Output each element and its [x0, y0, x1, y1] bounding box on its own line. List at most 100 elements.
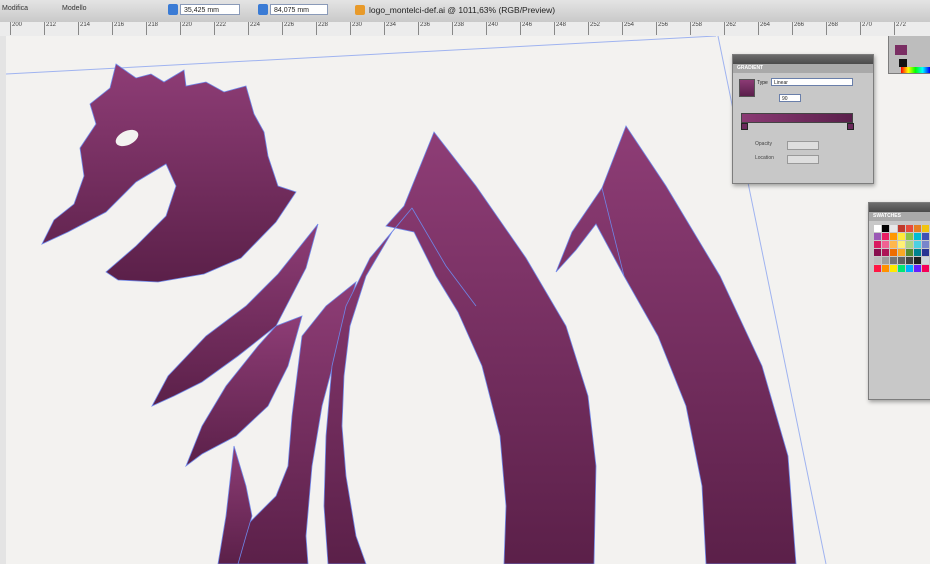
color-swatch[interactable]	[914, 249, 921, 256]
constrain-icon[interactable]	[258, 4, 268, 15]
color-swatch[interactable]	[914, 241, 921, 248]
color-swatch[interactable]	[890, 265, 897, 272]
gradient-slider[interactable]	[741, 113, 853, 123]
color-swatch[interactable]	[882, 241, 889, 248]
color-swatch[interactable]	[898, 257, 905, 264]
opacity-field[interactable]	[787, 141, 819, 150]
ruler-tick: 200	[10, 22, 22, 35]
color-swatch[interactable]	[922, 249, 929, 256]
gradient-angle-field[interactable]: 90	[779, 94, 801, 102]
color-swatch[interactable]	[922, 257, 929, 264]
ruler-tick: 258	[690, 22, 702, 35]
color-swatch[interactable]	[914, 265, 921, 272]
ruler-tick: 224	[248, 22, 260, 35]
control-bar: Modifica Modello 35,425 mm 84,075 mm log…	[0, 0, 930, 23]
color-swatch[interactable]	[882, 233, 889, 240]
wing-middle[interactable]	[385, 131, 597, 564]
color-swatch[interactable]	[882, 225, 889, 232]
color-swatch[interactable]	[898, 225, 905, 232]
gradient-type-select[interactable]: Linear	[771, 78, 853, 86]
ruler-tick: 254	[622, 22, 634, 35]
ruler-tick: 264	[758, 22, 770, 35]
seahorse-head[interactable]	[41, 63, 297, 283]
color-swatch[interactable]	[898, 233, 905, 240]
height-field[interactable]: 84,075 mm	[270, 4, 328, 15]
color-swatch[interactable]	[922, 233, 929, 240]
color-swatch[interactable]	[906, 233, 913, 240]
color-swatch[interactable]	[914, 233, 921, 240]
ruler-tick: 214	[78, 22, 90, 35]
color-swatch[interactable]	[890, 257, 897, 264]
color-spectrum[interactable]	[901, 67, 930, 73]
color-mini-panel[interactable]	[888, 36, 930, 74]
color-swatch[interactable]	[922, 265, 929, 272]
ruler-tick: 220	[180, 22, 192, 35]
location-label: Location	[755, 155, 774, 161]
color-swatch[interactable]	[898, 249, 905, 256]
toolbar-mid-label: Modello	[62, 5, 87, 12]
artboard-canvas[interactable]: GRADIENT Type Linear 90 Opacity Location…	[6, 36, 930, 564]
color-swatch[interactable]	[922, 225, 929, 232]
color-swatch[interactable]	[882, 265, 889, 272]
ruler-tick: 272	[894, 22, 906, 35]
fill-color-swatch[interactable]	[895, 45, 907, 55]
location-field[interactable]	[787, 155, 819, 164]
color-swatch[interactable]	[874, 249, 881, 256]
color-swatch[interactable]	[890, 225, 897, 232]
ruler-tick: 222	[214, 22, 226, 35]
ruler-tick: 236	[418, 22, 430, 35]
horizontal-ruler[interactable]: 200 212 214 216 218 220 222 224 226 228 230 234 236 2…	[0, 22, 930, 37]
color-swatch[interactable]	[914, 257, 921, 264]
color-swatch[interactable]	[906, 265, 913, 272]
swatches-titlebar[interactable]	[869, 203, 930, 212]
swatches-panel[interactable]: SWATCHES	[868, 202, 930, 400]
color-swatch[interactable]	[906, 257, 913, 264]
swatch-grid[interactable]	[874, 225, 930, 272]
ruler-tick: 212	[44, 22, 56, 35]
color-swatch[interactable]	[882, 249, 889, 256]
gradient-type-label: Type	[757, 80, 768, 86]
color-swatch[interactable]	[906, 249, 913, 256]
swatches-tab[interactable]: SWATCHES	[869, 212, 930, 221]
ruler-tick: 246	[520, 22, 532, 35]
color-swatch[interactable]	[890, 233, 897, 240]
panel-titlebar[interactable]	[733, 55, 873, 64]
link-icon[interactable]	[168, 4, 178, 15]
color-swatch[interactable]	[882, 257, 889, 264]
ruler-tick: 234	[384, 22, 396, 35]
width-field[interactable]: 35,425 mm	[180, 4, 240, 15]
gradient-stop-start[interactable]	[741, 123, 748, 130]
gradient-stop-end[interactable]	[847, 123, 854, 130]
ruler-tick: 252	[588, 22, 600, 35]
gradient-preview-swatch[interactable]	[739, 79, 755, 97]
ai-file-icon	[355, 5, 365, 15]
ruler-tick: 270	[860, 22, 872, 35]
color-swatch[interactable]	[874, 225, 881, 232]
color-swatch[interactable]	[890, 241, 897, 248]
ruler-tick: 268	[826, 22, 838, 35]
color-swatch[interactable]	[898, 241, 905, 248]
color-swatch[interactable]	[874, 233, 881, 240]
opacity-label: Opacity	[755, 141, 772, 147]
document-tab[interactable]: logo_montelci-def.ai @ 1011,63% (RGB/Pre…	[355, 1, 585, 19]
ruler-tick: 266	[792, 22, 804, 35]
toolbar-label: Modifica	[2, 5, 29, 12]
ruler-tick: 240	[486, 22, 498, 35]
color-swatch[interactable]	[890, 249, 897, 256]
gradient-tab[interactable]: GRADIENT	[733, 64, 873, 73]
ruler-tick: 216	[112, 22, 124, 35]
color-swatch[interactable]	[898, 265, 905, 272]
stroke-color-swatch[interactable]	[899, 59, 907, 67]
ruler-tick: 256	[656, 22, 668, 35]
gradient-panel[interactable]: GRADIENT Type Linear 90 Opacity Location	[732, 54, 874, 184]
color-swatch[interactable]	[914, 225, 921, 232]
color-swatch[interactable]	[874, 257, 881, 264]
ruler-tick: 218	[146, 22, 158, 35]
color-swatch[interactable]	[874, 265, 881, 272]
color-swatch[interactable]	[906, 225, 913, 232]
color-swatch[interactable]	[874, 241, 881, 248]
color-swatch[interactable]	[922, 241, 929, 248]
ruler-tick: 248	[554, 22, 566, 35]
color-swatch[interactable]	[906, 241, 913, 248]
wing-inner-left[interactable]	[323, 207, 413, 564]
